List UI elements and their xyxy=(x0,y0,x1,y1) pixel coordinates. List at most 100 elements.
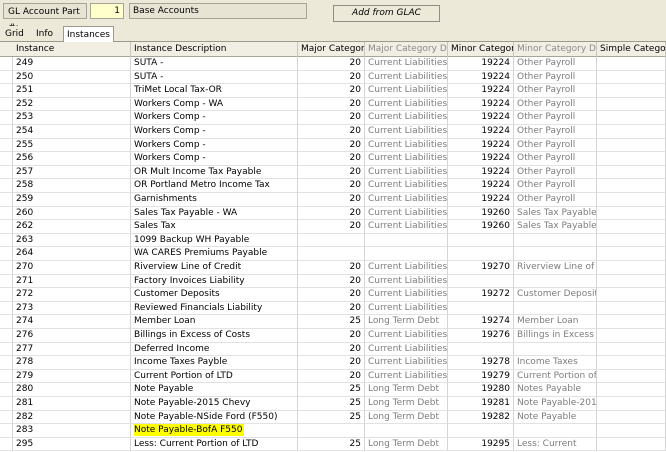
cell-instance-description[interactable]: Workers Comp - xyxy=(131,152,298,166)
cell-instance-description[interactable]: OR Mult Income Tax Payable xyxy=(131,165,298,180)
column-header-simple-category[interactable]: Simple Category xyxy=(597,42,666,57)
cell-minor-category[interactable]: 19281 xyxy=(448,397,514,411)
row-selector[interactable] xyxy=(0,437,13,452)
cell-instance-description[interactable]: Factory Invoices Liability xyxy=(131,274,298,289)
cell-simple-category[interactable] xyxy=(597,397,666,411)
cell-minor-category-desc[interactable]: Billings in Excess of xyxy=(514,329,597,343)
cell-minor-category[interactable]: 19224 xyxy=(448,111,514,125)
cell-major-category-desc[interactable]: Current Liabilities xyxy=(365,288,448,302)
cell-major-category[interactable]: 20 xyxy=(298,288,365,302)
cell-major-category[interactable]: 20 xyxy=(298,220,365,234)
cell-simple-category[interactable] xyxy=(597,233,666,248)
cell-instance-description[interactable]: Workers Comp - xyxy=(131,138,298,153)
cell-simple-category[interactable] xyxy=(597,410,666,425)
cell-instance-description[interactable]: Deferred Income xyxy=(131,342,298,357)
cell-minor-category[interactable]: 19295 xyxy=(448,437,514,452)
cell-major-category-desc[interactable]: Current Liabilities xyxy=(365,329,448,343)
cell-minor-category[interactable] xyxy=(448,424,514,438)
cell-instance[interactable]: 283 xyxy=(13,424,131,438)
cell-instance-description[interactable]: Note Payable xyxy=(131,383,298,397)
cell-major-category[interactable]: 25 xyxy=(298,397,365,411)
cell-major-category-desc[interactable]: Current Liabilities xyxy=(365,179,448,193)
cell-simple-category[interactable] xyxy=(597,356,666,370)
cell-minor-category-desc[interactable]: Customer Deposits xyxy=(514,288,597,302)
cell-major-category[interactable]: 25 xyxy=(298,383,365,397)
column-header-major-category-desc[interactable]: Major Category Desc xyxy=(365,42,448,57)
cell-simple-category[interactable] xyxy=(597,97,666,112)
table-row[interactable]: 282 Note Payable-NSide Ford (F550) 25 Long … xyxy=(0,410,666,425)
cell-major-category-desc[interactable]: Current Liabilities xyxy=(365,206,448,221)
cell-major-category[interactable]: 20 xyxy=(298,70,365,85)
cell-minor-category-desc[interactable]: Other Payroll xyxy=(514,193,597,207)
cell-major-category-desc[interactable]: Current Liabilities xyxy=(365,274,448,289)
table-row[interactable]: 262 Sales Tax 20 Current Liabilities 19260 Sa… xyxy=(0,220,666,234)
cell-major-category-desc[interactable]: Current Liabilities xyxy=(365,261,448,275)
cell-instance-description[interactable]: Reviewed Financials Liability xyxy=(131,301,298,316)
cell-minor-category[interactable] xyxy=(448,301,514,316)
cell-instance[interactable]: 259 xyxy=(13,193,131,207)
column-header-major-category[interactable]: Major Category xyxy=(298,42,365,57)
cell-instance-description[interactable]: Billings in Excess of Costs xyxy=(131,329,298,343)
cell-simple-category[interactable] xyxy=(597,369,666,384)
table-row[interactable]: 272 Customer Deposits 20 Current Liabilitie… xyxy=(0,288,666,302)
cell-minor-category[interactable]: 19224 xyxy=(448,152,514,166)
row-selector[interactable] xyxy=(0,315,13,329)
cell-instance[interactable]: 278 xyxy=(13,356,131,370)
table-row[interactable]: 264 WA CARES Premiums Payable xyxy=(0,247,666,261)
cell-major-category[interactable]: 25 xyxy=(298,315,365,329)
cell-minor-category-desc[interactable]: Other Payroll xyxy=(514,165,597,180)
cell-minor-category[interactable]: 19260 xyxy=(448,220,514,234)
cell-minor-category[interactable]: 19224 xyxy=(448,193,514,207)
cell-instance[interactable]: 264 xyxy=(13,247,131,261)
cell-minor-category-desc[interactable]: Sales Tax Payable xyxy=(514,206,597,221)
cell-instance[interactable]: 271 xyxy=(13,274,131,289)
cell-major-category-desc[interactable] xyxy=(365,247,448,261)
cell-minor-category-desc[interactable] xyxy=(514,274,597,289)
cell-minor-category-desc[interactable] xyxy=(514,424,597,438)
row-selector[interactable] xyxy=(0,383,13,397)
table-row[interactable]: 254 Workers Comp -20 Current Liabilities 19… xyxy=(0,125,666,139)
row-selector[interactable] xyxy=(0,179,13,193)
cell-instance[interactable]: 262 xyxy=(13,220,131,234)
cell-simple-category[interactable] xyxy=(597,165,666,180)
cell-minor-category-desc[interactable]: Other Payroll xyxy=(514,152,597,166)
row-selector[interactable] xyxy=(0,356,13,370)
cell-major-category[interactable]: 20 xyxy=(298,261,365,275)
row-selector[interactable] xyxy=(0,165,13,180)
cell-minor-category-desc[interactable]: Sales Tax Payable xyxy=(514,220,597,234)
table-row[interactable]: 250 SUTA -20 Current Liabilities 19224 Other… xyxy=(0,70,666,85)
cell-instance-description[interactable]: Note Payable-BofA F550 xyxy=(131,424,298,438)
cell-major-category[interactable]: 20 xyxy=(298,301,365,316)
cell-minor-category[interactable]: 19280 xyxy=(448,383,514,397)
cell-major-category[interactable] xyxy=(298,247,365,261)
cell-simple-category[interactable] xyxy=(597,57,666,71)
row-selector[interactable] xyxy=(0,329,13,343)
cell-major-category-desc[interactable]: Long Term Debt xyxy=(365,410,448,425)
table-row[interactable]: 255 Workers Comp -20 Current Liabilities 19… xyxy=(0,138,666,153)
table-row[interactable]: 249 SUTA -20 Current Liabilities 19224 Other… xyxy=(0,57,666,71)
table-row[interactable]: 271 Factory Invoices Liability 20 Current L… xyxy=(0,274,666,289)
cell-instance-description[interactable]: Income Taxes Payble xyxy=(131,356,298,370)
table-row[interactable]: 260 Sales Tax Payable - WA 20 Current Liabi… xyxy=(0,206,666,221)
cell-instance-description[interactable]: WA CARES Premiums Payable xyxy=(131,247,298,261)
cell-major-category-desc[interactable] xyxy=(365,233,448,248)
cell-minor-category-desc[interactable] xyxy=(514,342,597,357)
cell-simple-category[interactable] xyxy=(597,329,666,343)
cell-minor-category-desc[interactable]: Current Portion of xyxy=(514,369,597,384)
cell-minor-category[interactable]: 19276 xyxy=(448,329,514,343)
cell-simple-category[interactable] xyxy=(597,288,666,302)
cell-major-category-desc[interactable] xyxy=(365,424,448,438)
row-selector[interactable] xyxy=(0,111,13,125)
cell-instance[interactable]: 260 xyxy=(13,206,131,221)
cell-minor-category-desc[interactable]: Other Payroll xyxy=(514,57,597,71)
cell-simple-category[interactable] xyxy=(597,315,666,329)
cell-minor-category-desc[interactable]: Note Payable-2015 xyxy=(514,397,597,411)
cell-simple-category[interactable] xyxy=(597,206,666,221)
cell-minor-category[interactable] xyxy=(448,247,514,261)
cell-instance[interactable]: 252 xyxy=(13,97,131,112)
cell-major-category-desc[interactable]: Current Liabilities xyxy=(365,220,448,234)
cell-major-category-desc[interactable]: Current Liabilities xyxy=(365,165,448,180)
cell-instance-description[interactable]: OR Portland Metro Income Tax xyxy=(131,179,298,193)
table-row[interactable]: 253 Workers Comp -20 Current Liabilities 19… xyxy=(0,111,666,125)
cell-instance-description[interactable]: 1099 Backup WH Payable xyxy=(131,233,298,248)
